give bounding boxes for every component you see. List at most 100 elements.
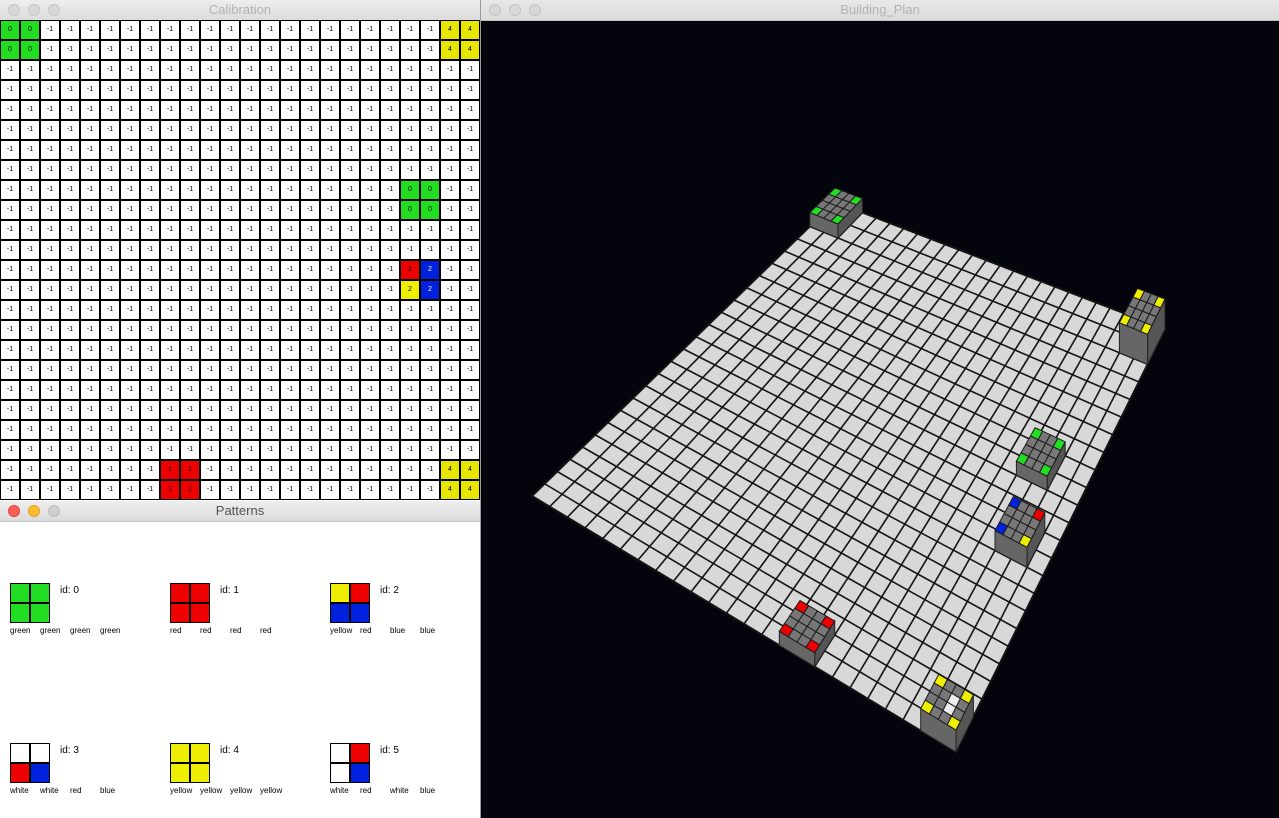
grid-cell[interactable]: -1 [380, 480, 400, 500]
grid-cell[interactable]: -1 [340, 380, 360, 400]
grid-cell[interactable]: -1 [320, 380, 340, 400]
grid-cell[interactable]: -1 [400, 340, 420, 360]
grid-cell[interactable]: -1 [400, 480, 420, 500]
grid-cell[interactable]: -1 [320, 420, 340, 440]
grid-cell[interactable]: -1 [80, 480, 100, 500]
grid-cell[interactable]: -1 [100, 380, 120, 400]
grid-cell[interactable]: -1 [100, 480, 120, 500]
grid-cell[interactable]: -1 [440, 60, 460, 80]
grid-cell[interactable]: -1 [80, 400, 100, 420]
grid-cell[interactable]: -1 [40, 100, 60, 120]
grid-cell[interactable]: -1 [340, 180, 360, 200]
grid-cell[interactable]: -1 [160, 220, 180, 240]
grid-cell[interactable]: -1 [340, 100, 360, 120]
grid-cell[interactable]: -1 [180, 140, 200, 160]
grid-cell[interactable]: -1 [420, 80, 440, 100]
grid-cell[interactable]: 0 [20, 40, 40, 60]
grid-cell[interactable]: -1 [260, 260, 280, 280]
grid-cell[interactable]: -1 [200, 460, 220, 480]
grid-cell[interactable]: -1 [420, 240, 440, 260]
grid-cell[interactable]: -1 [320, 460, 340, 480]
grid-cell[interactable]: -1 [180, 400, 200, 420]
grid-cell[interactable]: -1 [220, 400, 240, 420]
grid-cell[interactable]: -1 [340, 160, 360, 180]
grid-cell[interactable]: -1 [400, 40, 420, 60]
grid-cell[interactable]: 0 [420, 180, 440, 200]
grid-cell[interactable]: -1 [320, 40, 340, 60]
grid-cell[interactable]: -1 [40, 460, 60, 480]
grid-cell[interactable]: -1 [220, 260, 240, 280]
grid-cell[interactable]: -1 [420, 20, 440, 40]
grid-cell[interactable]: -1 [340, 120, 360, 140]
grid-cell[interactable]: -1 [240, 120, 260, 140]
grid-cell[interactable]: -1 [180, 40, 200, 60]
grid-cell[interactable]: -1 [260, 60, 280, 80]
grid-cell[interactable]: 4 [440, 460, 460, 480]
grid-cell[interactable]: -1 [80, 140, 100, 160]
grid-cell[interactable]: -1 [380, 120, 400, 140]
grid-cell[interactable]: -1 [320, 340, 340, 360]
grid-cell[interactable]: -1 [440, 360, 460, 380]
grid-cell[interactable]: -1 [360, 20, 380, 40]
grid-cell[interactable]: -1 [320, 360, 340, 380]
grid-cell[interactable]: -1 [280, 340, 300, 360]
grid-cell[interactable]: -1 [460, 260, 480, 280]
grid-cell[interactable]: -1 [400, 400, 420, 420]
grid-cell[interactable]: -1 [440, 280, 460, 300]
grid-cell[interactable]: -1 [160, 360, 180, 380]
grid-cell[interactable]: -1 [220, 360, 240, 380]
grid-cell[interactable]: -1 [380, 300, 400, 320]
grid-cell[interactable]: -1 [60, 200, 80, 220]
grid-cell[interactable]: -1 [300, 340, 320, 360]
grid-cell[interactable]: 0 [400, 200, 420, 220]
calibration-grid[interactable]: 0 0 -1 -1 -1 -1 -1 -1 -1 -1 -1 -1 -1 -1 -1 -1 -1 -1 -1 -1 -1… [0, 20, 480, 500]
grid-cell[interactable]: -1 [440, 220, 460, 240]
grid-cell[interactable]: -1 [440, 380, 460, 400]
grid-cell[interactable]: -1 [400, 100, 420, 120]
grid-cell[interactable]: -1 [300, 420, 320, 440]
grid-cell[interactable]: -1 [200, 480, 220, 500]
grid-cell[interactable]: 4 [440, 20, 460, 40]
grid-cell[interactable]: -1 [180, 240, 200, 260]
grid-cell[interactable]: -1 [240, 320, 260, 340]
grid-cell[interactable]: -1 [0, 360, 20, 380]
grid-cell[interactable]: -1 [80, 420, 100, 440]
grid-cell[interactable]: -1 [300, 300, 320, 320]
grid-cell[interactable]: -1 [200, 300, 220, 320]
grid-cell[interactable]: -1 [240, 40, 260, 60]
grid-cell[interactable]: -1 [60, 140, 80, 160]
grid-cell[interactable]: -1 [340, 20, 360, 40]
close-button[interactable] [489, 4, 501, 16]
grid-cell[interactable]: -1 [420, 40, 440, 60]
grid-cell[interactable]: -1 [320, 480, 340, 500]
grid-cell[interactable]: -1 [200, 80, 220, 100]
grid-cell[interactable]: -1 [400, 220, 420, 240]
grid-cell[interactable]: -1 [180, 340, 200, 360]
grid-cell[interactable]: -1 [80, 40, 100, 60]
grid-cell[interactable]: -1 [320, 20, 340, 40]
grid-cell[interactable]: -1 [360, 480, 380, 500]
grid-cell[interactable]: -1 [0, 400, 20, 420]
grid-cell[interactable]: -1 [460, 280, 480, 300]
grid-cell[interactable]: -1 [0, 60, 20, 80]
grid-cell[interactable]: -1 [80, 440, 100, 460]
grid-cell[interactable]: -1 [20, 460, 40, 480]
grid-cell[interactable]: -1 [80, 340, 100, 360]
grid-cell[interactable]: 2 [400, 280, 420, 300]
grid-cell[interactable]: -1 [120, 20, 140, 40]
grid-cell[interactable]: -1 [460, 440, 480, 460]
grid-cell[interactable]: -1 [200, 60, 220, 80]
grid-cell[interactable]: -1 [120, 340, 140, 360]
grid-cell[interactable]: -1 [460, 380, 480, 400]
grid-cell[interactable]: -1 [240, 240, 260, 260]
grid-cell[interactable]: -1 [260, 40, 280, 60]
grid-cell[interactable]: -1 [120, 420, 140, 440]
grid-cell[interactable]: -1 [80, 300, 100, 320]
grid-cell[interactable]: -1 [320, 120, 340, 140]
grid-cell[interactable]: 1 [180, 460, 200, 480]
grid-cell[interactable]: -1 [200, 380, 220, 400]
grid-cell[interactable]: -1 [160, 320, 180, 340]
grid-cell[interactable]: -1 [300, 40, 320, 60]
grid-cell[interactable]: -1 [260, 320, 280, 340]
grid-cell[interactable]: -1 [20, 340, 40, 360]
